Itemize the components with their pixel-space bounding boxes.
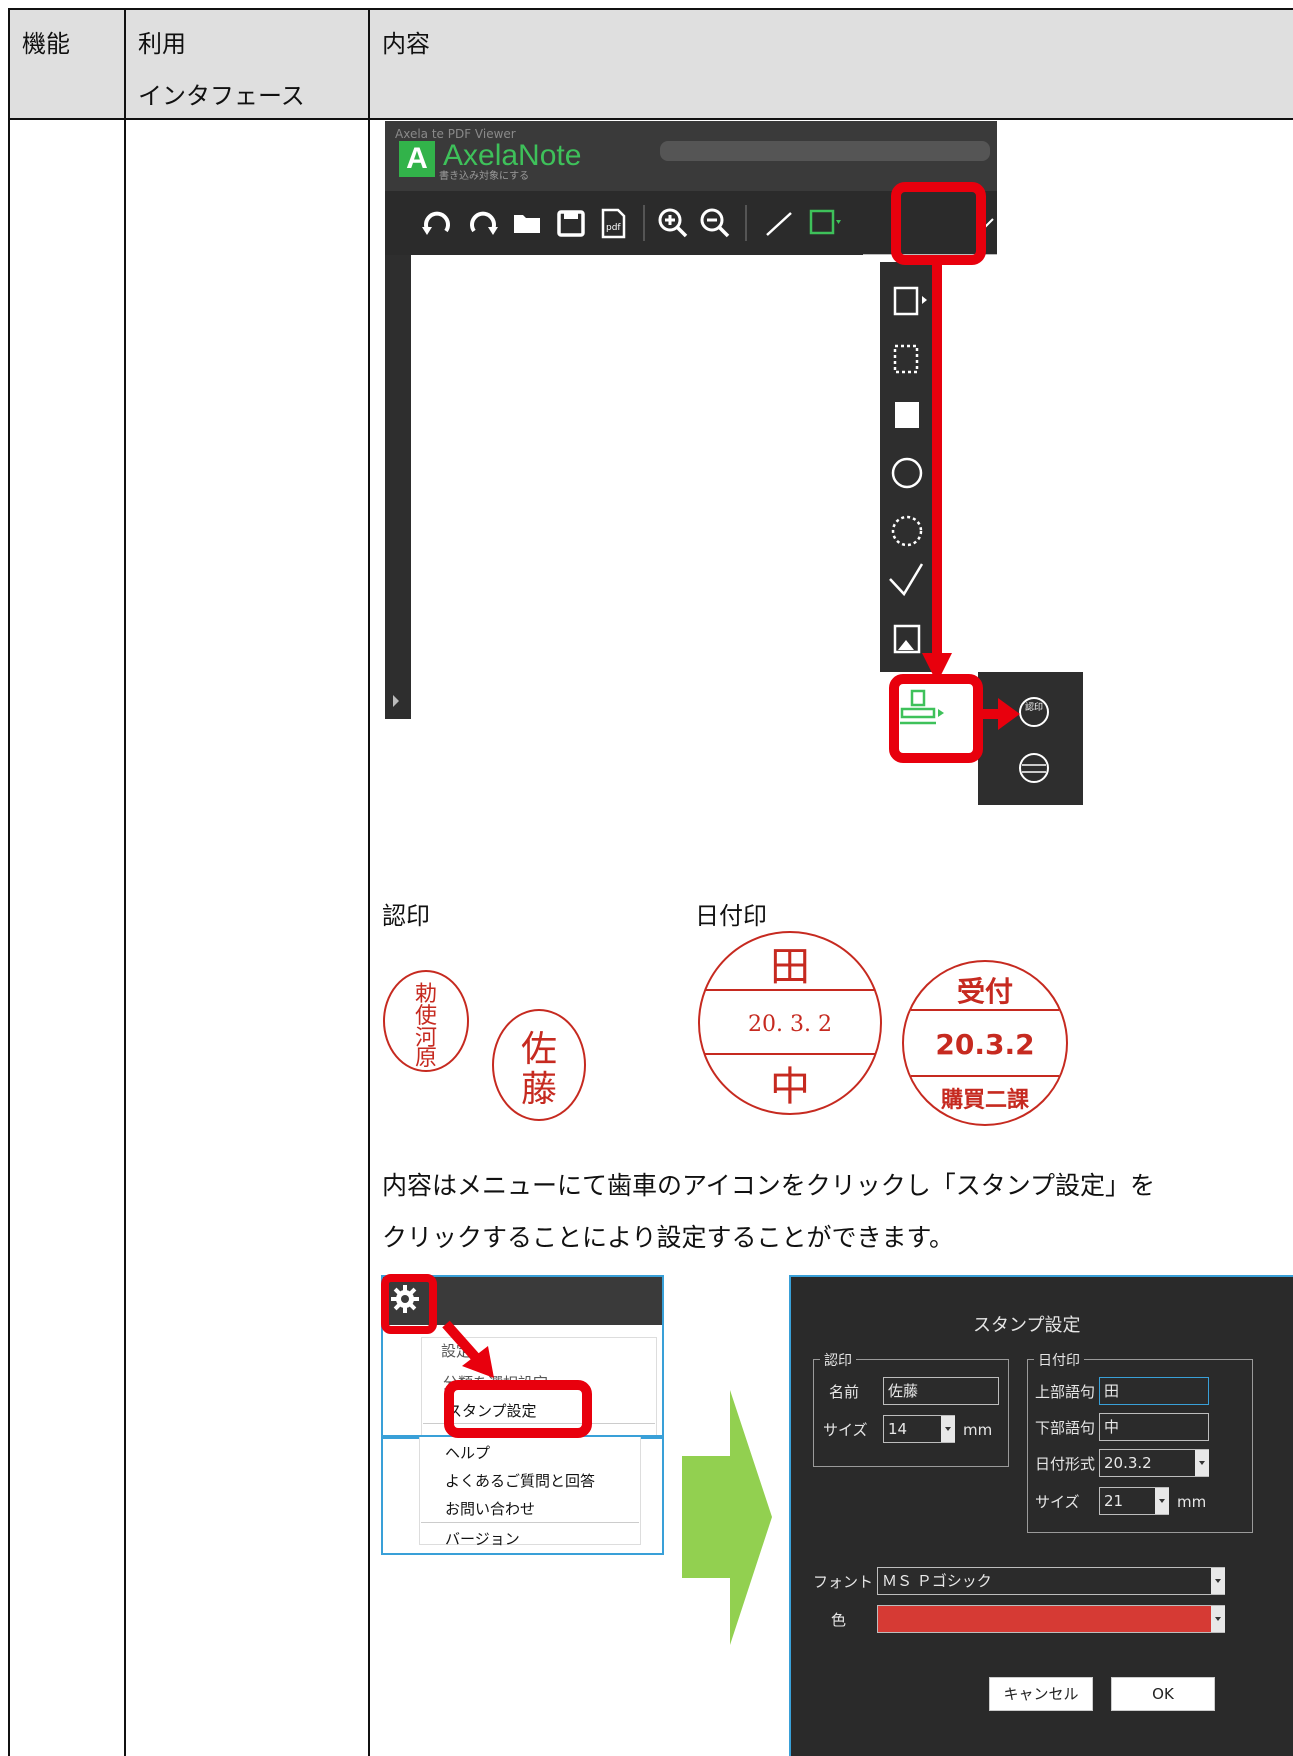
font-select[interactable]: ＭＳ Ｐゴシック: [877, 1567, 1225, 1595]
blurred-filename: [660, 141, 990, 161]
svg-text:原: 原: [415, 1046, 437, 1071]
rectangle-tool-icon[interactable]: [805, 203, 845, 243]
ghost-subtitle: 書き込み対象にする: [439, 171, 530, 182]
svg-text:受付: 受付: [957, 975, 1013, 1008]
toolbar-separator-2: [745, 205, 747, 241]
table-header-divider: [8, 118, 1293, 120]
menu-frame-bottom: [381, 1553, 664, 1555]
dialog-title: スタンプ設定: [973, 1315, 1081, 1336]
nin-size-dropdown-icon[interactable]: [941, 1416, 955, 1442]
nin-fieldset: 認印: [813, 1350, 1009, 1467]
svg-text:購買二課: 購買二課: [941, 1087, 1030, 1113]
stamp-sato: 佐 藤: [492, 1009, 586, 1121]
header-interface-line1: 利用: [138, 30, 186, 58]
nin-size-unit: mm: [963, 1421, 993, 1439]
svg-text:中: 中: [770, 1064, 810, 1110]
zoom-in-icon[interactable]: [653, 203, 693, 243]
date-legend: 日付印: [1034, 1350, 1084, 1370]
date-format-dropdown-icon[interactable]: [1195, 1450, 1209, 1476]
menu-item-faq[interactable]: よくあるご質問と回答: [445, 1470, 595, 1491]
date-bottom-input[interactable]: 中: [1099, 1413, 1209, 1441]
svg-text:20.3.2: 20.3.2: [935, 1028, 1034, 1061]
highlight-rectangle-tool: [891, 182, 986, 265]
pdf-icon[interactable]: pdf: [593, 203, 633, 243]
date-format-select[interactable]: 20.3.2: [1099, 1449, 1209, 1477]
menu-item-help[interactable]: ヘルプ: [445, 1442, 490, 1463]
rotate-right-icon[interactable]: [463, 203, 503, 243]
svg-text:認印: 認印: [1025, 701, 1043, 713]
color-dropdown-icon[interactable]: [1211, 1606, 1225, 1632]
date-format-label: 日付形式: [1035, 1455, 1096, 1473]
zoom-out-icon[interactable]: [695, 203, 735, 243]
header-interface-line2: インタフェース: [138, 82, 305, 110]
nin-name-input[interactable]: 佐藤: [883, 1377, 999, 1405]
rotate-left-icon[interactable]: [417, 203, 457, 243]
toolbar-separator: [643, 205, 645, 241]
menu-frame-left: [381, 1435, 383, 1555]
svg-text:藤: 藤: [521, 1069, 557, 1110]
table-border-top: [8, 8, 1293, 10]
ok-button[interactable]: OK: [1111, 1677, 1215, 1711]
red-arrow-to-menu: [442, 1320, 494, 1378]
nin-stamp-samples: 勅 使 河 原 佐 藤: [383, 970, 586, 1121]
svg-text:田: 田: [770, 944, 810, 990]
viewer-side-panel: [385, 255, 411, 719]
folder-icon[interactable]: [507, 203, 547, 243]
instruction-line-1: 内容はメニューにて歯車のアイコンをクリックし「スタンプ設定」を: [382, 1171, 1156, 1200]
date-stamp-samples: 田 20. 3. 2 中 受付 20.3.2 購買二課: [698, 931, 1068, 1126]
font-label: フォント: [813, 1573, 874, 1591]
date-size-dropdown-icon[interactable]: [1155, 1488, 1169, 1514]
svg-text:佐: 佐: [521, 1029, 557, 1070]
date-top-input[interactable]: 田: [1099, 1377, 1209, 1405]
stamp-date-2: 受付 20.3.2 購買二課: [902, 960, 1068, 1126]
color-label: 色: [831, 1611, 847, 1629]
menu-item-contact[interactable]: お問い合わせ: [445, 1498, 535, 1519]
stamp-teshigawara: 勅 使 河 原: [383, 970, 469, 1072]
highlight-stamp-settings: [444, 1380, 592, 1438]
color-select[interactable]: [877, 1605, 1225, 1633]
app-logo: A: [399, 141, 435, 177]
font-dropdown-icon[interactable]: [1211, 1568, 1225, 1594]
cancel-button[interactable]: キャンセル: [989, 1677, 1093, 1711]
viewer-titlebar: Axela te PDF Viewer A AxelaNote 書き込み対象にす…: [385, 121, 997, 191]
date-size-unit: mm: [1177, 1493, 1207, 1511]
table-col-divider-2: [368, 8, 370, 1756]
table-col-divider-1: [124, 8, 126, 1756]
date-bottom-label: 下部語句: [1035, 1419, 1096, 1437]
side-expand-icon[interactable]: [393, 695, 399, 707]
nin-name-label: 名前: [829, 1383, 860, 1401]
highlight-gear: [381, 1274, 437, 1334]
svg-text:20. 3. 2: 20. 3. 2: [748, 1012, 832, 1037]
stamp-date-1: 田 20. 3. 2 中: [698, 931, 882, 1115]
header-content: 内容: [382, 30, 430, 58]
instruction-line-2: クリックすることにより設定することができます。: [382, 1223, 955, 1252]
line-tool-icon[interactable]: [759, 203, 799, 243]
red-arrows: [922, 258, 1020, 730]
label-nin: 認印: [382, 902, 430, 930]
nin-legend: 認印: [820, 1350, 856, 1370]
nin-size-label: サイズ: [823, 1421, 868, 1439]
save-icon[interactable]: [551, 203, 591, 243]
label-date: 日付印: [695, 902, 767, 930]
stamp-settings-dialog: スタンプ設定 認印 名前 佐藤 サイズ 14 mm 日付印 上部語句 田 下部語…: [789, 1275, 1293, 1756]
nin-stamp-icon[interactable]: 認印: [1019, 697, 1049, 727]
svg-text:pdf: pdf: [606, 223, 621, 233]
date-top-label: 上部語句: [1035, 1383, 1096, 1401]
green-arrow: [682, 1390, 772, 1645]
menu-divider-2: [421, 1522, 639, 1523]
header-function: 機能: [22, 30, 70, 58]
date-size-label: サイズ: [1035, 1493, 1080, 1511]
table-border-left: [8, 8, 10, 1756]
date-stamp-icon[interactable]: [1019, 753, 1049, 783]
menu-frame-right: [662, 1435, 664, 1555]
menu-item-version[interactable]: バージョン: [445, 1528, 520, 1549]
